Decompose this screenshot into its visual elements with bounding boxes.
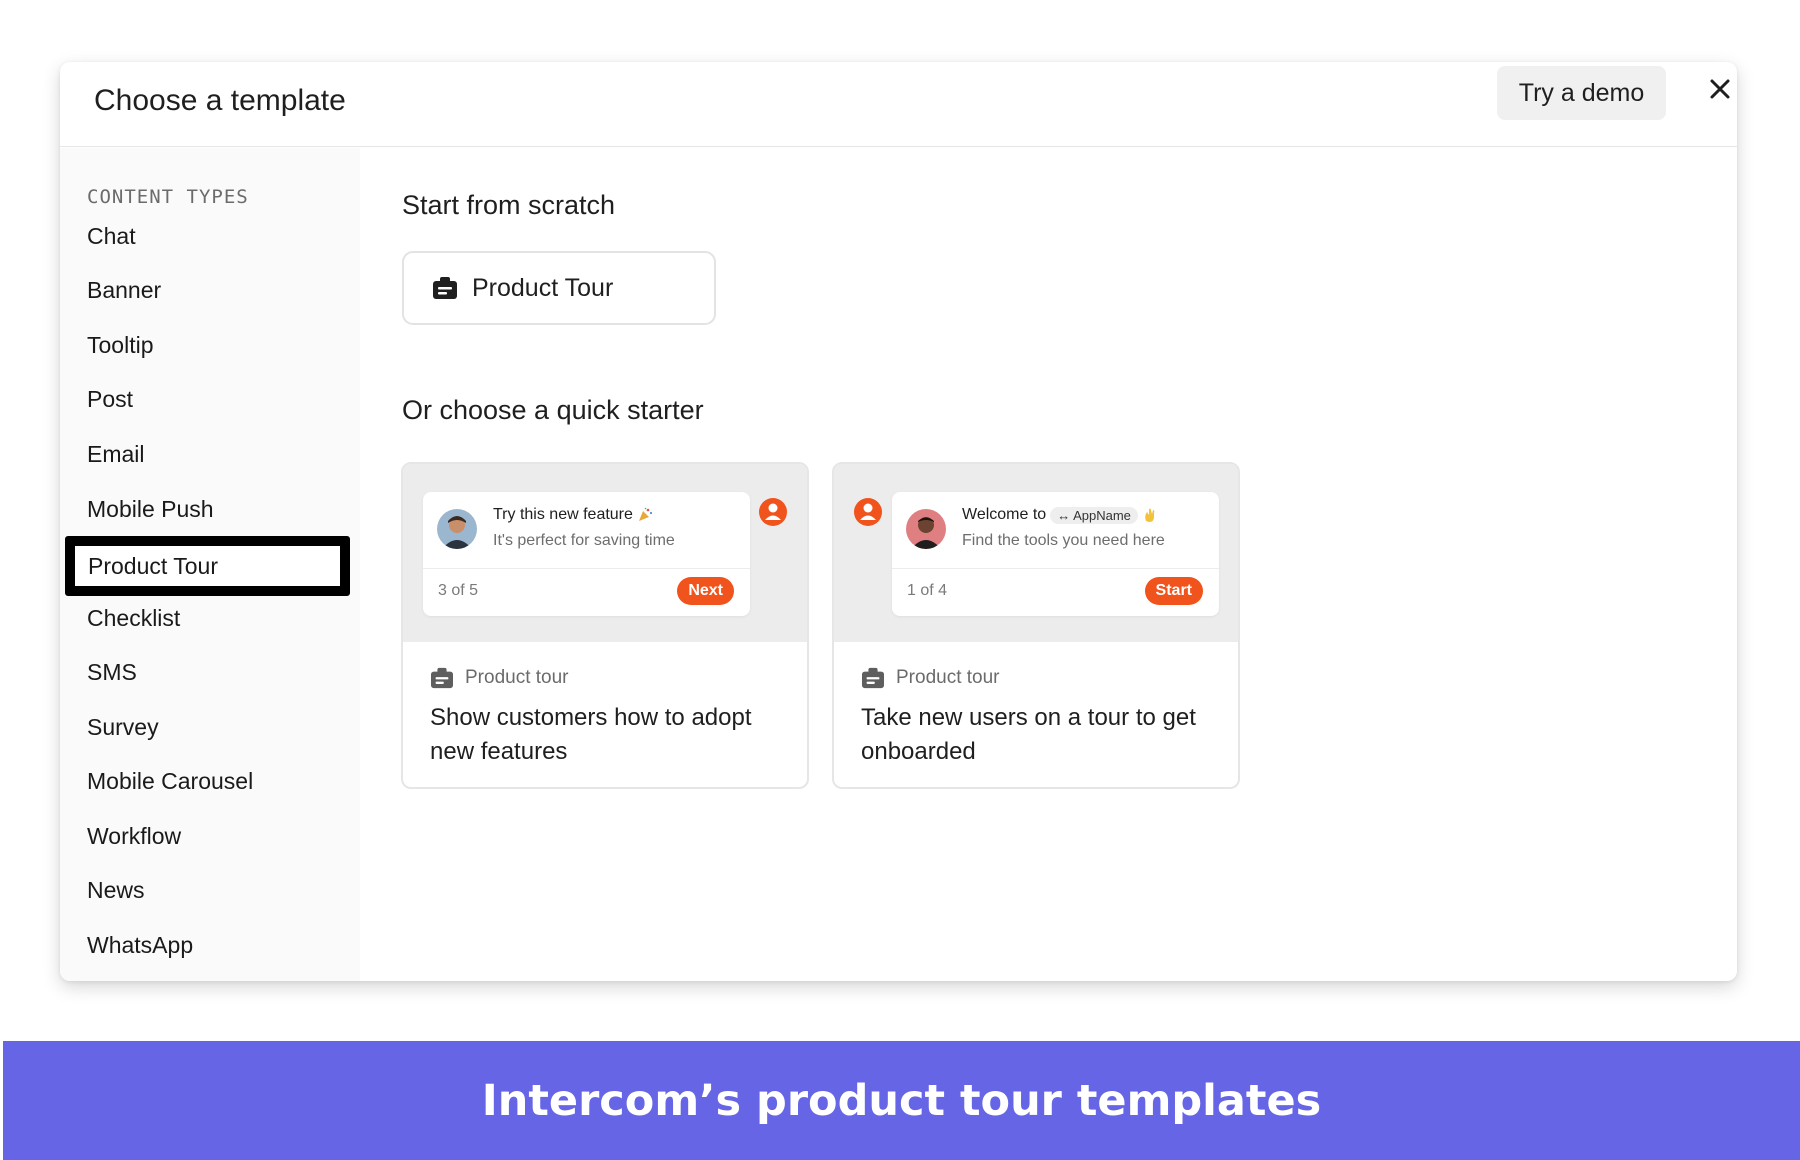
- sidebar-item-sms[interactable]: SMS: [87, 655, 137, 689]
- card-description: Take new users on a tour to get onboarde…: [861, 704, 1196, 765]
- sidebar-item-chat[interactable]: Chat: [87, 219, 136, 253]
- sidebar-item-whatsapp[interactable]: WhatsApp: [87, 928, 193, 962]
- preview-title: Welcome to ↔ AppName: [962, 506, 1158, 524]
- quick-starter-card-onboarding[interactable]: Welcome to ↔ AppName Find the tools you …: [832, 462, 1240, 789]
- tour-icon: [433, 277, 457, 299]
- modal-title: Choose a template: [94, 84, 346, 117]
- caption-banner: Intercom’s product tour templates: [3, 1041, 1800, 1160]
- person-icon: [759, 498, 787, 526]
- party-icon: [638, 507, 653, 521]
- card-type: Product tour: [430, 667, 569, 689]
- divider: [423, 568, 750, 569]
- preview-tour-step: Try this new feature It's perfect for sa…: [423, 492, 750, 616]
- wave-icon: [1145, 508, 1155, 522]
- sidebar-item-mobile-push[interactable]: Mobile Push: [87, 492, 214, 526]
- app-name-chip: ↔ AppName: [1050, 506, 1138, 524]
- sidebar-heading: CONTENT TYPES: [87, 186, 249, 208]
- sidebar-item-product-tour[interactable]: Product Tour: [65, 536, 350, 596]
- content-types-sidebar: CONTENT TYPES Chat Banner Tooltip Post E…: [60, 148, 360, 981]
- preview-tour-step: Welcome to ↔ AppName Find the tools you …: [892, 492, 1219, 616]
- sidebar-item-survey[interactable]: Survey: [87, 710, 159, 744]
- preview-start-button: Start: [1144, 577, 1203, 605]
- try-demo-button[interactable]: Try a demo: [1497, 66, 1666, 120]
- preview-subtitle: Find the tools you need here: [962, 532, 1165, 549]
- card-preview: Welcome to ↔ AppName Find the tools you …: [834, 464, 1238, 642]
- preview-step-count: 1 of 4: [907, 582, 948, 599]
- sidebar-item-banner[interactable]: Banner: [87, 273, 161, 307]
- sidebar-item-checklist[interactable]: Checklist: [87, 601, 180, 635]
- template-modal: Choose a template Try a demo CONTENT TYP…: [60, 62, 1737, 981]
- scratch-button-label: Product Tour: [472, 273, 614, 302]
- preview-title: Try this new feature: [493, 506, 653, 524]
- quick-starter-card-adopt-features[interactable]: Try this new feature It's perfect for sa…: [401, 462, 809, 789]
- sidebar-item-workflow[interactable]: Workflow: [87, 819, 181, 853]
- card-description: Show customers how to adopt new features: [430, 704, 752, 765]
- sidebar-item-news[interactable]: News: [87, 873, 145, 907]
- sidebar-item-email[interactable]: Email: [87, 437, 145, 471]
- card-type-label: Product tour: [896, 667, 1000, 688]
- tour-icon: [431, 667, 453, 689]
- start-from-scratch-button[interactable]: Product Tour: [402, 251, 716, 325]
- preview-next-button: Next: [677, 577, 734, 605]
- modal-header: Choose a template Try a demo: [60, 62, 1737, 147]
- avatar: [906, 509, 946, 549]
- caption-text: Intercom’s product tour templates: [481, 1075, 1322, 1126]
- divider: [892, 568, 1219, 569]
- close-icon[interactable]: [1705, 74, 1735, 104]
- card-type-label: Product tour: [465, 667, 569, 688]
- sidebar-item-mobile-carousel[interactable]: Mobile Carousel: [87, 764, 253, 798]
- sidebar-item-tooltip[interactable]: Tooltip: [87, 328, 153, 362]
- avatar: [437, 509, 477, 549]
- card-preview: Try this new feature It's perfect for sa…: [403, 464, 807, 642]
- preview-subtitle: It's perfect for saving time: [493, 532, 675, 549]
- preview-step-count: 3 of 5: [438, 582, 479, 599]
- scratch-section-title: Start from scratch: [402, 190, 616, 220]
- person-icon: [854, 498, 882, 526]
- sidebar-item-post[interactable]: Post: [87, 382, 133, 416]
- card-type: Product tour: [861, 667, 1000, 689]
- quick-starter-title: Or choose a quick starter: [402, 395, 704, 425]
- tour-icon: [862, 667, 884, 689]
